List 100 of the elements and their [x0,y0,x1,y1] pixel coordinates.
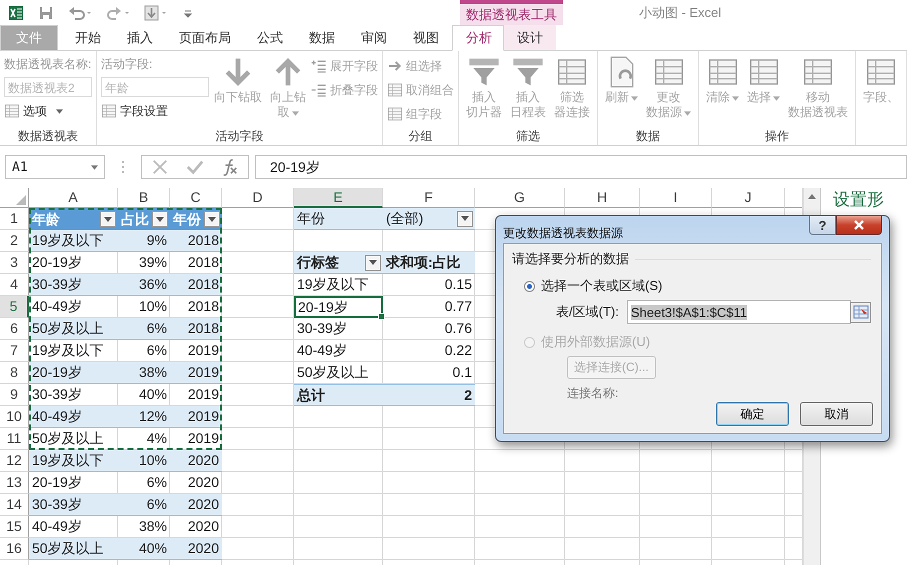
table-cell: 2020 [170,494,222,516]
table-cell: 30-39岁 [29,274,118,296]
table-icon [4,103,20,119]
cell-text: (全部) [386,209,424,228]
table-cell: 总计 [294,384,383,406]
group-label: 活动字段 [214,128,264,145]
table-cell: 2019 [170,362,222,384]
table-cell-text: 2018 [186,253,220,272]
ribbon-tab[interactable]: 开始 [62,25,114,50]
panel-title: 设置形 [833,190,884,209]
column-header[interactable]: G [475,188,565,208]
cancel-button[interactable]: 取消 [800,402,873,426]
row-header[interactable]: 9 [0,384,29,406]
formula-field[interactable]: 20-19岁 [255,155,907,179]
row-header[interactable]: 3 [0,252,29,274]
table-cell-text: 2019 [186,341,220,360]
name-box[interactable]: A1 [5,155,105,179]
ribbon-tab[interactable]: 插入 [114,25,166,50]
column-header[interactable]: J [712,188,785,208]
table-cell-text: 50岁及以上 [31,429,105,448]
ribbon-tab[interactable]: 审阅 [348,25,400,50]
table-cell: 20-19岁 [29,362,118,384]
table-cell: 6% [118,318,170,340]
table-cell: 年份 [294,208,383,230]
field-label: 表/区域(T): [556,303,619,321]
table-cell: 10% [118,450,170,472]
ribbon-tab[interactable]: 公式 [244,25,296,50]
caret-icon [773,96,780,101]
table-cell-text: 40% [138,385,168,404]
table-cell: 19岁及以下 [29,230,118,252]
table-cell-text: 10% [138,297,168,316]
group-label: 数据 [635,128,661,145]
filter-button[interactable] [152,211,168,227]
row-header[interactable]: 15 [0,516,29,538]
table-cell: 2 [383,384,475,406]
redo-icon[interactable] [106,4,130,20]
close-button[interactable] [836,216,882,235]
collapse-icon [311,82,327,98]
table-icon [101,103,117,119]
filter-button[interactable] [100,211,116,227]
range-field[interactable]: Sheet3!$A$1:$C$11 [626,300,851,324]
table-cell-text: 50岁及以上 [296,363,370,382]
filter-button[interactable] [457,210,473,226]
ribbon-tab[interactable]: 设计 [504,25,556,50]
field-caption: 数据透视表名称: [4,56,92,73]
filter-button[interactable] [365,254,381,270]
caret-icon [631,96,638,101]
column-header[interactable]: H [565,188,640,208]
table-cell: 6% [118,494,170,516]
expand-icon [311,58,327,74]
ribbon-tab[interactable]: 分析 [452,25,504,51]
check-icon[interactable] [186,158,204,176]
column-header[interactable]: I [640,188,712,208]
table-cell-text: 38% [138,517,168,536]
radio-button[interactable] [524,280,535,292]
ribbon-tab[interactable]: 页面布局 [166,25,244,50]
connection-name-label: 连接名称: [567,385,620,402]
close-icon [853,220,865,230]
table-cell: 40-49岁 [29,406,118,428]
group-label: 操作 [764,128,790,145]
touch-mode-icon[interactable] [144,4,168,20]
caret-icon [369,260,377,265]
ribbon-tab[interactable]: 数据 [296,25,348,50]
table-cell-text: 4% [146,429,168,448]
up-arrow-icon[interactable] [808,194,816,199]
table-cell: 20-19岁 [294,296,383,318]
ribbon-tab[interactable]: 视图 [400,25,452,50]
caret-icon [292,111,298,116]
table-cell-text: 39% [138,253,168,272]
app-icon[interactable] [8,4,24,20]
filter-button[interactable] [204,211,220,227]
field-caption: 活动字段: [101,56,154,73]
caret-icon [684,111,691,116]
triangle-icon [16,195,26,205]
row-header[interactable]: 5 [0,296,29,318]
radio-option[interactable]: 选择一个表或区域(S) [512,276,871,296]
table-cell-text: 19岁及以下 [296,275,370,294]
table-cell-text: 0.77 [444,297,473,316]
cell-text: 行标签 [297,253,339,272]
function-icon[interactable] [221,158,240,176]
table-cell: 40% [118,538,170,560]
table-cell-text: 19岁及以下 [31,341,105,360]
row-header[interactable]: 11 [0,428,29,450]
collapse-dialog-button[interactable] [850,302,871,322]
help-button[interactable]: ? [809,216,836,235]
row-header[interactable]: 13 [0,472,29,494]
column-label: 年龄 [32,210,60,228]
caret-icon [732,96,739,101]
column-label: 占比 [121,210,149,228]
caret-icon [156,216,164,222]
ribbon-button[interactable]: 字段设置 [101,101,209,121]
undo-icon[interactable] [68,4,92,20]
ribbon-button[interactable]: 选项 [4,101,92,121]
caret-icon [461,216,469,221]
table-cell: 2019 [170,406,222,428]
ok-button[interactable]: 确定 [716,402,789,426]
column-label: 年份 [173,210,201,228]
section-label: 请选择要分析的数据 [512,250,629,268]
column-header[interactable]: E [294,188,383,208]
row-header[interactable]: 7 [0,340,29,362]
